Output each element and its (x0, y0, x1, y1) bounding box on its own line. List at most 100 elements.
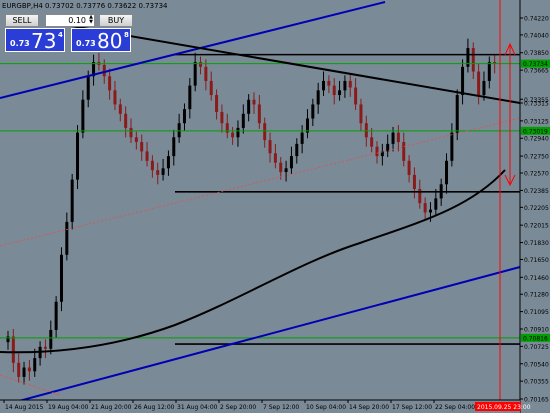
time-tick-label: 19 Aug 04:00 (48, 404, 89, 411)
time-tick-label: 2 Sep 20:00 (220, 404, 256, 411)
sell-price-fraction: 4 (58, 31, 63, 39)
candle-body (49, 329, 53, 349)
price-tick-label: 0.70540 (524, 361, 549, 368)
candle-body (199, 62, 203, 67)
candle-body (220, 111, 224, 124)
price-tick-label: 0.72205 (524, 205, 549, 212)
candle-body (284, 168, 288, 173)
price-tick-label: 0.74220 (524, 15, 549, 22)
candle-body (76, 132, 80, 180)
price-tick-label: 0.71650 (524, 257, 549, 264)
candle-body (17, 362, 21, 377)
candle-body (279, 162, 283, 173)
candle-body (161, 168, 165, 175)
price-tick-label: 0.70910 (524, 326, 549, 333)
candle-body (434, 198, 438, 210)
one-click-trading-panel: SELL 0.10 ▲ ▼ BUY 0.73 73 4 0.73 80 8 (3, 11, 133, 53)
candle-body (215, 95, 219, 112)
candle-body (263, 123, 267, 141)
sell-quote[interactable]: 0.73 73 4 (5, 28, 65, 53)
price-tick-label: 0.70165 (524, 397, 549, 404)
candle-body (124, 113, 128, 128)
time-tick-label: 17 Sep 12:00 (392, 404, 432, 411)
candle-body (316, 90, 320, 105)
price-tick-label: 0.72015 (524, 223, 549, 230)
candle-body (322, 80, 326, 91)
candle-body (359, 104, 363, 124)
price-tick-label: 0.70355 (524, 379, 549, 386)
price-tick-label: 0.72750 (524, 154, 549, 161)
lot-size-input[interactable]: 0.10 ▲ ▼ (45, 14, 95, 27)
candle-body (252, 99, 256, 105)
candle-body (43, 346, 47, 349)
time-tick-label: 21 Aug 20:00 (91, 404, 132, 411)
time-tick-label: 31 Aug 04:00 (177, 404, 218, 411)
candle-body (156, 170, 160, 175)
candle-body (70, 179, 74, 222)
buy-button[interactable]: BUY (99, 14, 133, 27)
candle-body (231, 132, 235, 138)
candle-body (241, 113, 245, 128)
candle-body (412, 174, 416, 189)
price-chart[interactable]: 0.742200.740400.738500.736650.733550.733… (0, 0, 550, 413)
candle-body (396, 132, 400, 143)
candle-body (300, 132, 304, 144)
candle-body (188, 85, 192, 110)
price-tick-label: 0.70725 (524, 344, 549, 351)
sell-price-prefix: 0.73 (10, 39, 30, 48)
candle-body (166, 156, 170, 169)
candle-body (102, 64, 106, 77)
price-label-text: 0.70816 (523, 335, 548, 342)
candle-body (450, 132, 454, 161)
candle-body (364, 123, 368, 138)
candle-body (428, 209, 432, 213)
time-tick-label: 26 Aug 12:00 (134, 404, 175, 411)
buy-price-fraction: 8 (124, 31, 129, 39)
lot-size-value: 0.10 (68, 16, 86, 25)
price-label-text: 0.73734 (523, 61, 548, 68)
candle-body (150, 160, 154, 171)
candle-body (134, 137, 138, 143)
buy-quote[interactable]: 0.73 80 8 (71, 28, 131, 53)
candle-body (354, 87, 358, 105)
candle-body (86, 76, 90, 100)
candle-body (113, 90, 117, 105)
candle-body (54, 301, 58, 330)
candle-body (487, 62, 491, 81)
candle-body (295, 143, 299, 157)
candle-body (370, 137, 374, 147)
candle-body (327, 80, 331, 86)
candle-body (145, 151, 149, 161)
candle-body (273, 153, 277, 163)
candle-body (482, 80, 486, 96)
candle-body (289, 156, 293, 169)
price-tick-label: 0.74040 (524, 32, 549, 39)
sell-button[interactable]: SELL (5, 14, 39, 27)
price-tick-label: 0.71460 (524, 275, 549, 282)
candle-body (477, 71, 481, 96)
candle-body (81, 99, 85, 133)
candle-body (59, 254, 63, 302)
candle-body (129, 127, 133, 138)
time-tick-label: 7 Sep 12:00 (263, 404, 299, 411)
candle-body (343, 80, 347, 91)
buy-price-prefix: 0.73 (76, 39, 96, 48)
time-tick-label: 14 Aug 2015 (5, 404, 44, 411)
candle-body (27, 367, 31, 372)
candle-body (375, 146, 379, 157)
candle-body (236, 127, 240, 138)
candle-body (338, 90, 342, 96)
candle-body (461, 66, 465, 96)
candle-body (177, 123, 181, 138)
price-tick-label: 0.72385 (524, 188, 549, 195)
candle-body (182, 109, 186, 124)
candle-body (445, 160, 449, 185)
candle-body (257, 104, 261, 124)
time-label-text: 2015.09.25 23:00 (477, 404, 531, 411)
lot-stepper-icon[interactable]: ▲ ▼ (89, 15, 93, 25)
candle-body (471, 48, 475, 72)
candle-body (348, 80, 352, 88)
candle-body (311, 104, 315, 119)
candle-body (209, 80, 213, 96)
chart-window[interactable]: 0.74220 0.74040 0.73850 0.73665 0.73355 0.733… (0, 0, 550, 413)
